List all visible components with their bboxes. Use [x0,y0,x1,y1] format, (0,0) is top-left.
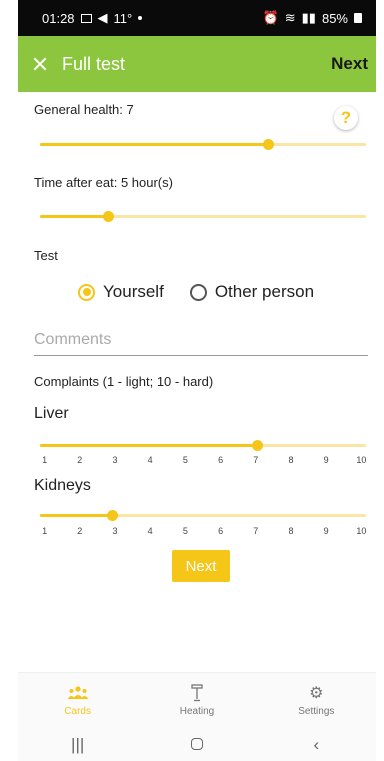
status-bar: 01:28 ◀ 11° ⏰ ≋ ▮▮ 85% [18,0,376,36]
slider-fill [40,215,108,218]
scale-tick-label: 10 [356,526,367,536]
scale-tick-label: 3 [112,526,118,536]
scale-tick-label: 4 [147,526,153,536]
radio-other-person[interactable]: Other person [189,282,315,302]
scale-tick-label: 1 [42,526,48,536]
scale-tick-label: 9 [323,455,329,465]
general-health-label: General health: 7 [34,102,134,117]
slider-fill [40,444,258,447]
status-temp: 11° [113,10,133,26]
kidneys-label: Kidneys [34,477,91,494]
scale-tick-label: 3 [112,455,118,465]
test-label: Test [34,248,58,263]
help-icon[interactable]: ? [334,106,358,130]
liver-label: Liver [34,405,69,422]
slider-thumb[interactable] [102,211,114,222]
nav-item-cards[interactable]: Cards [18,673,137,728]
navigation-icon: ◀ [97,10,108,25]
recent-apps-icon[interactable]: ||| [48,735,108,755]
general-health-slider[interactable] [40,137,366,151]
nav-label-settings: Settings [298,706,335,717]
status-battery: 85% [321,10,348,26]
gallery-icon [80,13,92,23]
scale-tick-label: 9 [323,526,329,536]
slider-thumb[interactable] [263,139,275,150]
gear-icon: ⚙ [309,685,324,702]
scale-tick-label: 2 [77,455,83,465]
battery-icon [354,13,362,23]
people-icon [67,684,89,702]
radio-yourself-label: Yourself [103,282,164,301]
notification-dot-icon [138,16,143,20]
signal-icon: ▮▮ [301,10,316,25]
time-after-eat-slider[interactable] [40,209,366,223]
kidneys-slider[interactable] [40,508,366,522]
scale-tick-label: 7 [253,526,259,536]
slider-fill [40,143,269,146]
radio-yourself[interactable]: Yourself [78,282,164,302]
radio-unchecked-icon [189,283,207,301]
scale-tick-label: 8 [288,526,294,536]
scale-tick-label: 7 [253,455,259,465]
status-left: 01:28 ◀ 11° [42,10,143,26]
kidneys-scale-ticks: 1 2 3 4 5 6 7 8 9 10 [38,526,368,540]
nav-item-heating[interactable]: Heating [137,673,256,728]
scale-tick-label: 10 [356,455,367,465]
scale-tick-label: 2 [77,526,83,536]
slider-thumb[interactable] [107,510,119,521]
system-nav: ||| ‹ [18,728,376,761]
close-icon[interactable] [32,56,48,72]
app-header: Full test Next [18,36,376,92]
slider-thumb[interactable] [252,440,264,451]
nav-label-cards: Cards [64,706,91,717]
heater-icon [191,684,203,702]
complaints-label: Complaints (1 - light; 10 - hard) [34,374,214,389]
scale-tick-label: 6 [218,455,224,465]
radio-other-person-label: Other person [214,282,315,301]
form-content: General health: 7 ? Time after eat: 5 ho… [18,92,376,672]
wifi-icon: ≋ [284,10,296,25]
status-right: ⏰ ≋ ▮▮ 85% [263,10,362,26]
time-after-eat-label: Time after eat: 5 hour(s) [34,175,173,190]
bottom-nav: Cards Heating ⚙ Settings [18,672,376,728]
radio-checked-icon [78,283,95,301]
page-title: Full test [62,53,126,74]
nav-item-settings[interactable]: ⚙ Settings [257,673,376,728]
scale-tick-label: 1 [42,455,48,465]
header-next-button[interactable]: Next [331,54,368,74]
test-radio-group: Yourself Other person [78,282,314,302]
liver-slider[interactable] [40,438,366,452]
liver-scale-ticks: 1 2 3 4 5 6 7 8 9 10 [38,455,368,469]
back-icon[interactable]: ‹ [286,735,346,755]
status-time: 01:28 [42,10,75,26]
alarm-icon: ⏰ [262,10,279,25]
scale-tick-label: 5 [182,455,188,465]
comments-input[interactable] [34,324,368,356]
home-icon[interactable] [167,735,227,755]
slider-fill [40,514,113,517]
scale-tick-label: 8 [288,455,294,465]
scale-tick-label: 5 [182,526,188,536]
nav-label-heating: Heating [179,706,215,717]
scale-tick-label: 4 [147,455,153,465]
scale-tick-label: 6 [218,526,224,536]
next-button[interactable]: Next [172,550,230,582]
